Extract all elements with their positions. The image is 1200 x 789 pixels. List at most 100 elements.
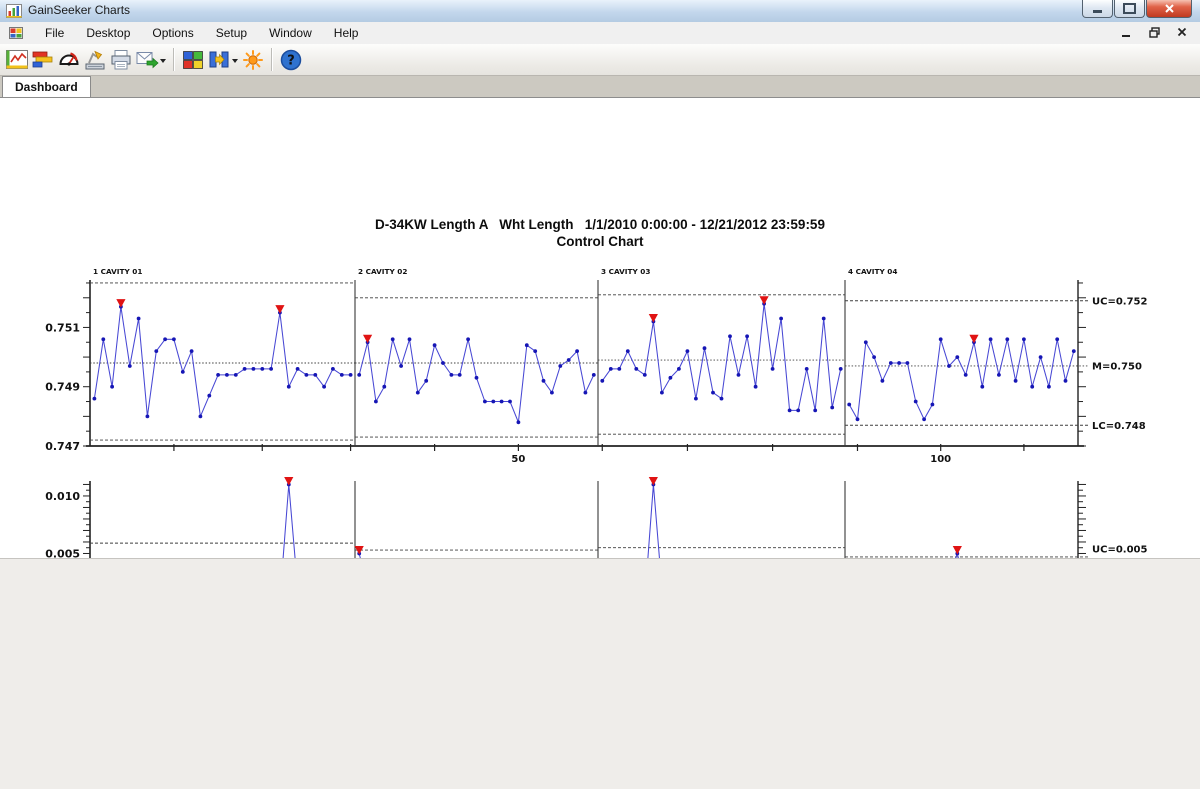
- close-button[interactable]: [1146, 0, 1192, 18]
- series-line: [359, 339, 594, 422]
- data-point: [626, 349, 630, 353]
- svg-text:100: 100: [930, 454, 951, 465]
- data-point: [592, 373, 596, 377]
- data-point: [643, 373, 647, 377]
- data-point: [931, 403, 935, 407]
- data-point: [839, 367, 843, 371]
- data-point: [1014, 379, 1018, 383]
- chart-title: D-34KW Length A Wht Length 1/1/2010 0:00…: [0, 217, 1200, 232]
- mdi-restore-button[interactable]: [1146, 25, 1162, 39]
- data-point: [1030, 385, 1034, 389]
- data-point: [1072, 349, 1076, 353]
- series-line: [602, 304, 840, 411]
- data-point: [600, 379, 604, 383]
- data-point: [525, 343, 529, 347]
- maximize-button[interactable]: [1114, 0, 1145, 18]
- data-point: [864, 340, 868, 344]
- menu-item-help[interactable]: Help: [323, 23, 370, 43]
- send-email-icon[interactable]: [134, 47, 160, 73]
- svg-text:0.749: 0.749: [45, 381, 80, 394]
- mdi-close-button[interactable]: [1174, 25, 1190, 39]
- menu-item-file[interactable]: File: [34, 23, 75, 43]
- data-point: [207, 394, 211, 398]
- export-icon[interactable]: [206, 47, 232, 73]
- out-of-control-flag: [116, 299, 125, 308]
- data-point: [711, 391, 715, 395]
- data-point: [225, 373, 229, 377]
- settings-sun-icon[interactable]: [240, 47, 266, 73]
- data-point: [955, 355, 959, 359]
- mdi-close-icon: [1177, 27, 1187, 37]
- data-point: [728, 334, 732, 338]
- mdi-minimize-button[interactable]: [1118, 25, 1134, 39]
- data-point: [1039, 355, 1043, 359]
- data-point: [796, 409, 800, 413]
- data-point: [906, 361, 910, 365]
- data-point: [634, 367, 638, 371]
- data-point: [1022, 337, 1026, 341]
- data-point: [374, 400, 378, 404]
- toolbar-separator: [173, 48, 175, 71]
- chart-subtitle: Control Chart: [0, 234, 1200, 249]
- data-point: [110, 385, 114, 389]
- data-point: [483, 400, 487, 404]
- data-point: [190, 349, 194, 353]
- data-point: [575, 349, 579, 353]
- data-point: [357, 373, 361, 377]
- gainseeker-window: GainSeeker Charts FileDesktopOptionsSetu…: [0, 0, 1200, 789]
- restore-icon: [1149, 27, 1160, 38]
- data-point: [872, 355, 876, 359]
- out-of-control-flag: [759, 296, 768, 305]
- data-point: [856, 417, 860, 421]
- data-point: [260, 367, 264, 371]
- data-point: [813, 409, 817, 413]
- menu-item-desktop[interactable]: Desktop: [75, 23, 141, 43]
- menu-item-window[interactable]: Window: [258, 23, 323, 43]
- app-icon: [6, 3, 22, 19]
- data-point: [441, 361, 445, 365]
- data-point: [382, 385, 386, 389]
- data-point: [609, 367, 613, 371]
- send-email-dropdown-icon[interactable]: [160, 59, 166, 66]
- menu-bar: FileDesktopOptionsSetupWindowHelp: [0, 22, 1200, 45]
- chart-window-icon[interactable]: [4, 47, 30, 73]
- data-point: [313, 373, 317, 377]
- limit-label: M=0.750: [1092, 361, 1142, 372]
- data-point: [340, 373, 344, 377]
- help-icon[interactable]: ?: [278, 47, 304, 73]
- data-point: [558, 364, 562, 368]
- menu-item-setup[interactable]: Setup: [205, 23, 258, 43]
- data-entry-icon[interactable]: [82, 47, 108, 73]
- tile-windows-icon[interactable]: [180, 47, 206, 73]
- tab-dashboard[interactable]: Dashboard: [2, 76, 91, 97]
- data-point: [322, 385, 326, 389]
- data-point: [720, 397, 724, 401]
- data-point: [433, 343, 437, 347]
- pareto-chart-icon[interactable]: [30, 47, 56, 73]
- data-point: [1005, 337, 1009, 341]
- data-point: [617, 367, 621, 371]
- data-point: [754, 385, 758, 389]
- data-point: [922, 417, 926, 421]
- data-point: [172, 337, 176, 341]
- data-point: [964, 373, 968, 377]
- data-point: [181, 370, 185, 374]
- export-dropdown-icon[interactable]: [232, 59, 238, 66]
- data-point: [475, 376, 479, 380]
- out-of-control-flag: [649, 477, 658, 486]
- window-title: GainSeeker Charts: [28, 3, 130, 17]
- gauge-icon[interactable]: [56, 47, 82, 73]
- mdi-window-controls: [1118, 25, 1190, 39]
- minimize-button[interactable]: [1082, 0, 1113, 18]
- out-of-control-flag: [284, 477, 293, 486]
- print-icon[interactable]: [108, 47, 134, 73]
- data-point: [779, 317, 783, 321]
- data-point: [146, 415, 150, 419]
- data-point: [939, 337, 943, 341]
- data-point: [199, 415, 203, 419]
- group-label: 1 CAVITY 01: [93, 267, 142, 276]
- toolbar-separator: [271, 48, 273, 71]
- data-point: [889, 361, 893, 365]
- menu-item-options[interactable]: Options: [141, 23, 204, 43]
- group-label: 4 CAVITY 04: [848, 267, 897, 276]
